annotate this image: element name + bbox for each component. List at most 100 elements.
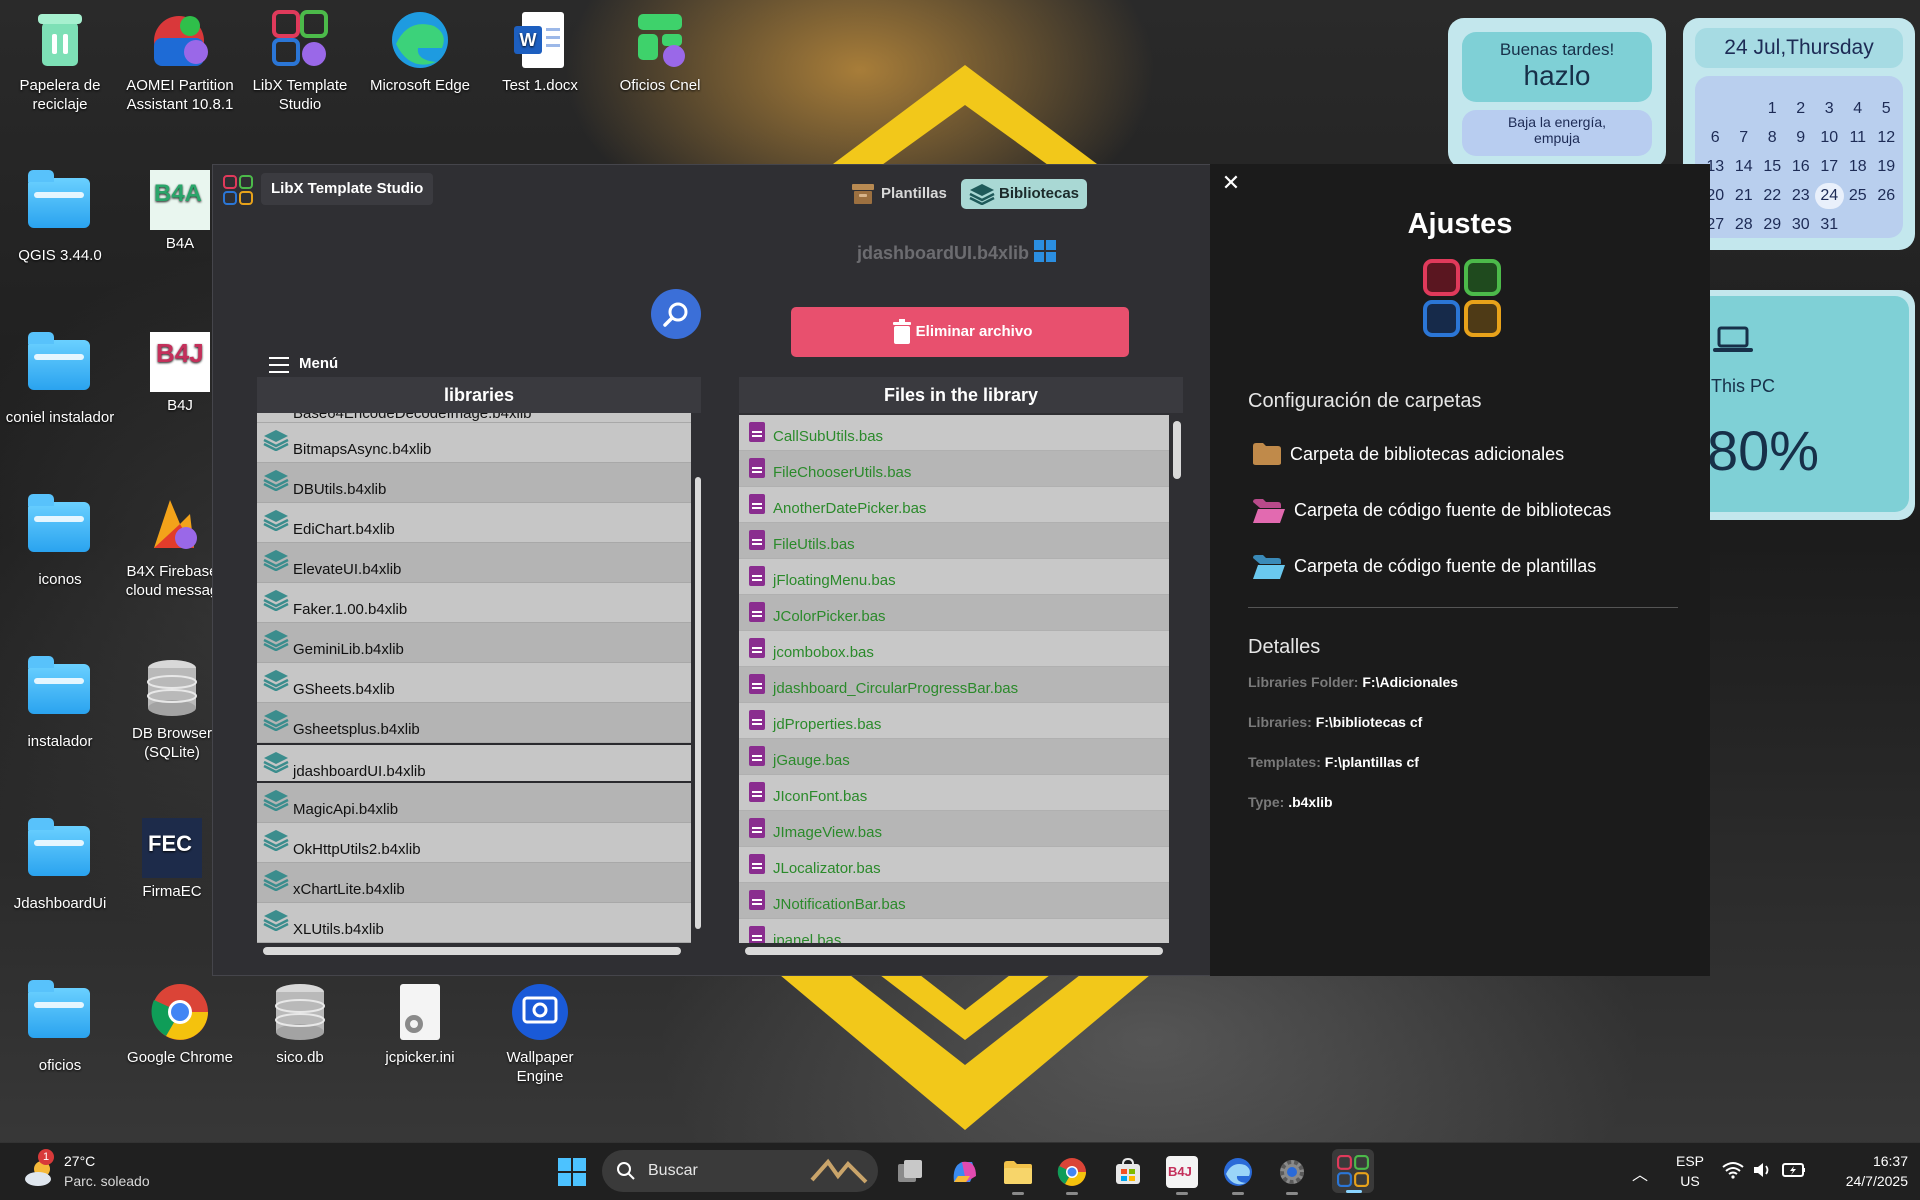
library-row[interactable]: GeminiLib.b4xlib <box>257 623 691 663</box>
file-row[interactable]: jFloatingMenu.bas <box>739 559 1169 595</box>
library-row[interactable]: OkHttpUtils2.b4xlib <box>257 823 691 863</box>
desktop-icon-edge[interactable]: Microsoft Edge <box>364 8 476 95</box>
file-row[interactable]: jdashboard_CircularProgressBar.bas <box>739 667 1169 703</box>
clock[interactable]: 16:37 24/7/2025 <box>1812 1151 1908 1191</box>
wifi-icon[interactable] <box>1722 1161 1744 1179</box>
library-row[interactable]: Gsheetsplus.b4xlib <box>257 703 691 743</box>
files-vscrollbar[interactable] <box>1173 421 1181 479</box>
language-indicator[interactable]: ESP US <box>1672 1151 1708 1191</box>
library-row[interactable]: DBUtils.b4xlib <box>257 463 691 503</box>
desktop-icon-libx[interactable]: LibX Template Studio <box>244 8 356 114</box>
store-icon[interactable] <box>1112 1156 1144 1188</box>
library-row[interactable]: ElevateUI.b4xlib <box>257 543 691 583</box>
battery-plug-icon[interactable] <box>1782 1161 1806 1179</box>
library-name: Base64EncodeDecodeImage.b4xlib <box>293 413 532 422</box>
libx-taskbar-icon[interactable] <box>1332 1149 1374 1193</box>
file-row[interactable]: CallSubUtils.bas <box>739 415 1169 451</box>
desktop-icon-qgis[interactable]: QGIS 3.44.0 <box>4 170 116 265</box>
tab-bibliotecas[interactable]: Bibliotecas <box>961 179 1088 209</box>
file-row[interactable]: JIconFont.bas <box>739 775 1169 811</box>
file-name: jcombobox.bas <box>773 644 874 661</box>
libx-icon <box>268 8 332 72</box>
desktop-icon-instalador[interactable]: instalador <box>4 656 116 751</box>
library-name: xChartLite.b4xlib <box>293 881 405 898</box>
weather-widget[interactable]: 1 27°C Parc. soleado <box>20 1149 180 1195</box>
taskbar: 1 27°C Parc. soleado Buscar B4J ︿ ESP US… <box>0 1142 1920 1200</box>
library-row[interactable]: GSheets.b4xlib <box>257 663 691 703</box>
tray-overflow-chevron-icon[interactable]: ︿ <box>1632 1161 1648 1185</box>
start-windows-icon[interactable] <box>556 1156 588 1188</box>
library-row[interactable]: jdashboardUI.b4xlib <box>257 743 691 783</box>
desktop-icon-oficios-cnel[interactable]: Oficios Cnel <box>604 8 716 95</box>
libraries-vscrollbar[interactable] <box>695 477 701 929</box>
file-row[interactable]: jcombobox.bas <box>739 631 1169 667</box>
menu-button[interactable]: Menú <box>269 349 359 379</box>
file-row[interactable]: JLocalizator.bas <box>739 847 1169 883</box>
delete-file-button[interactable]: Eliminar archivo <box>791 307 1129 357</box>
library-row[interactable]: Faker.1.00.b4xlib <box>257 583 691 623</box>
chrome-taskbar-icon[interactable] <box>1056 1156 1088 1195</box>
desktop-icon-sico-db[interactable]: sico.db <box>244 980 356 1067</box>
desktop-icon-iconos[interactable]: iconos <box>4 494 116 589</box>
file-explorer-icon[interactable] <box>1002 1156 1034 1195</box>
desktop-icon-coniel-instalador[interactable]: coniel instalador <box>4 332 116 427</box>
detail-type: Type: .b4xlib <box>1248 794 1333 810</box>
folder-brown-icon <box>1253 443 1281 465</box>
file-row[interactable]: AnotherDatePicker.bas <box>739 487 1169 523</box>
desktop-icon-db-browser[interactable]: DB Browser (SQLite) <box>124 656 220 762</box>
libraries-hscrollbar[interactable] <box>263 947 681 955</box>
firmaec-icon: FEC <box>142 818 202 878</box>
desktop-icon-label: coniel instalador <box>5 409 115 426</box>
file-row[interactable]: JColorPicker.bas <box>739 595 1169 631</box>
close-button[interactable]: ✕ <box>1218 170 1244 196</box>
file-row[interactable]: JNotificationBar.bas <box>739 883 1169 919</box>
task-view-icon[interactable] <box>894 1156 926 1188</box>
copilot-icon[interactable] <box>948 1156 980 1188</box>
library-row[interactable]: XLUtils.b4xlib <box>257 903 691 943</box>
library-row[interactable]: xChartLite.b4xlib <box>257 863 691 903</box>
desktop-icon-wallpaper-engine[interactable]: Wallpaper Engine <box>484 980 596 1086</box>
library-row[interactable]: BitmapsAsync.b4xlib <box>257 423 691 463</box>
tab-plantillas[interactable]: Plantillas <box>843 179 955 209</box>
desktop-icon-chrome[interactable]: Google Chrome <box>124 980 236 1067</box>
detail-key: Templates: <box>1248 754 1321 770</box>
file-row[interactable]: jGauge.bas <box>739 739 1169 775</box>
desktop-icon-label: Papelera de reciclaje <box>19 77 101 113</box>
settings-gear-taskbar-icon[interactable] <box>1276 1156 1308 1195</box>
library-name: XLUtils.b4xlib <box>293 921 384 938</box>
desktop-icon-jcpicker-ini[interactable]: jcpicker.ini <box>364 980 476 1067</box>
file-row[interactable]: jdProperties.bas <box>739 703 1169 739</box>
desktop-icon-recycle-bin[interactable]: Papelera de reciclaje <box>4 8 116 114</box>
running-indicator <box>1286 1192 1298 1195</box>
desktop-icon-b4x-firebase[interactable]: B4X Firebase cloud messag <box>124 494 220 600</box>
file-row[interactable]: FileChooserUtils.bas <box>739 451 1169 487</box>
chrome-icon <box>148 980 212 1044</box>
volume-icon[interactable] <box>1752 1161 1774 1179</box>
this-pc-widget[interactable]: This PC 80% <box>1683 290 1915 520</box>
b4j-taskbar-icon[interactable]: B4J <box>1166 1156 1198 1195</box>
desktop-icon-word-doc[interactable]: W Test 1.docx <box>484 8 596 95</box>
file-icon <box>749 422 765 442</box>
file-row[interactable]: JImageView.bas <box>739 811 1169 847</box>
file-icon <box>749 782 765 802</box>
greeting-line2: hazlo <box>1523 60 1591 91</box>
file-row[interactable]: FileUtils.bas <box>739 523 1169 559</box>
desktop-icon-firmaec[interactable]: FEC FirmaEC <box>124 818 220 901</box>
library-stack-icon <box>263 669 289 692</box>
library-row[interactable]: Base64EncodeDecodeImage.b4xlib <box>257 413 691 423</box>
desktop-icon-oficios[interactable]: oficios <box>4 980 116 1075</box>
file-row[interactable]: jpanel.bas <box>739 919 1169 943</box>
desktop-icon-label: sico.db <box>276 1049 324 1066</box>
edge-dev-taskbar-icon[interactable] <box>1222 1156 1254 1195</box>
running-indicator <box>1012 1192 1024 1195</box>
desktop-icon-aomei[interactable]: AOMEI Partition Assistant 10.8.1 <box>124 8 236 114</box>
detail-value: .b4xlib <box>1288 794 1333 810</box>
files-hscrollbar[interactable] <box>745 947 1163 955</box>
search-button[interactable] <box>651 289 701 339</box>
desktop-icon-jdashboardui[interactable]: JdashboardUi <box>4 818 116 913</box>
library-row[interactable]: EdiChart.b4xlib <box>257 503 691 543</box>
delete-file-label: Eliminar archivo <box>915 323 1033 340</box>
file-icon <box>749 710 765 730</box>
taskbar-search-box[interactable]: Buscar <box>602 1150 878 1192</box>
library-row[interactable]: MagicApi.b4xlib <box>257 783 691 823</box>
